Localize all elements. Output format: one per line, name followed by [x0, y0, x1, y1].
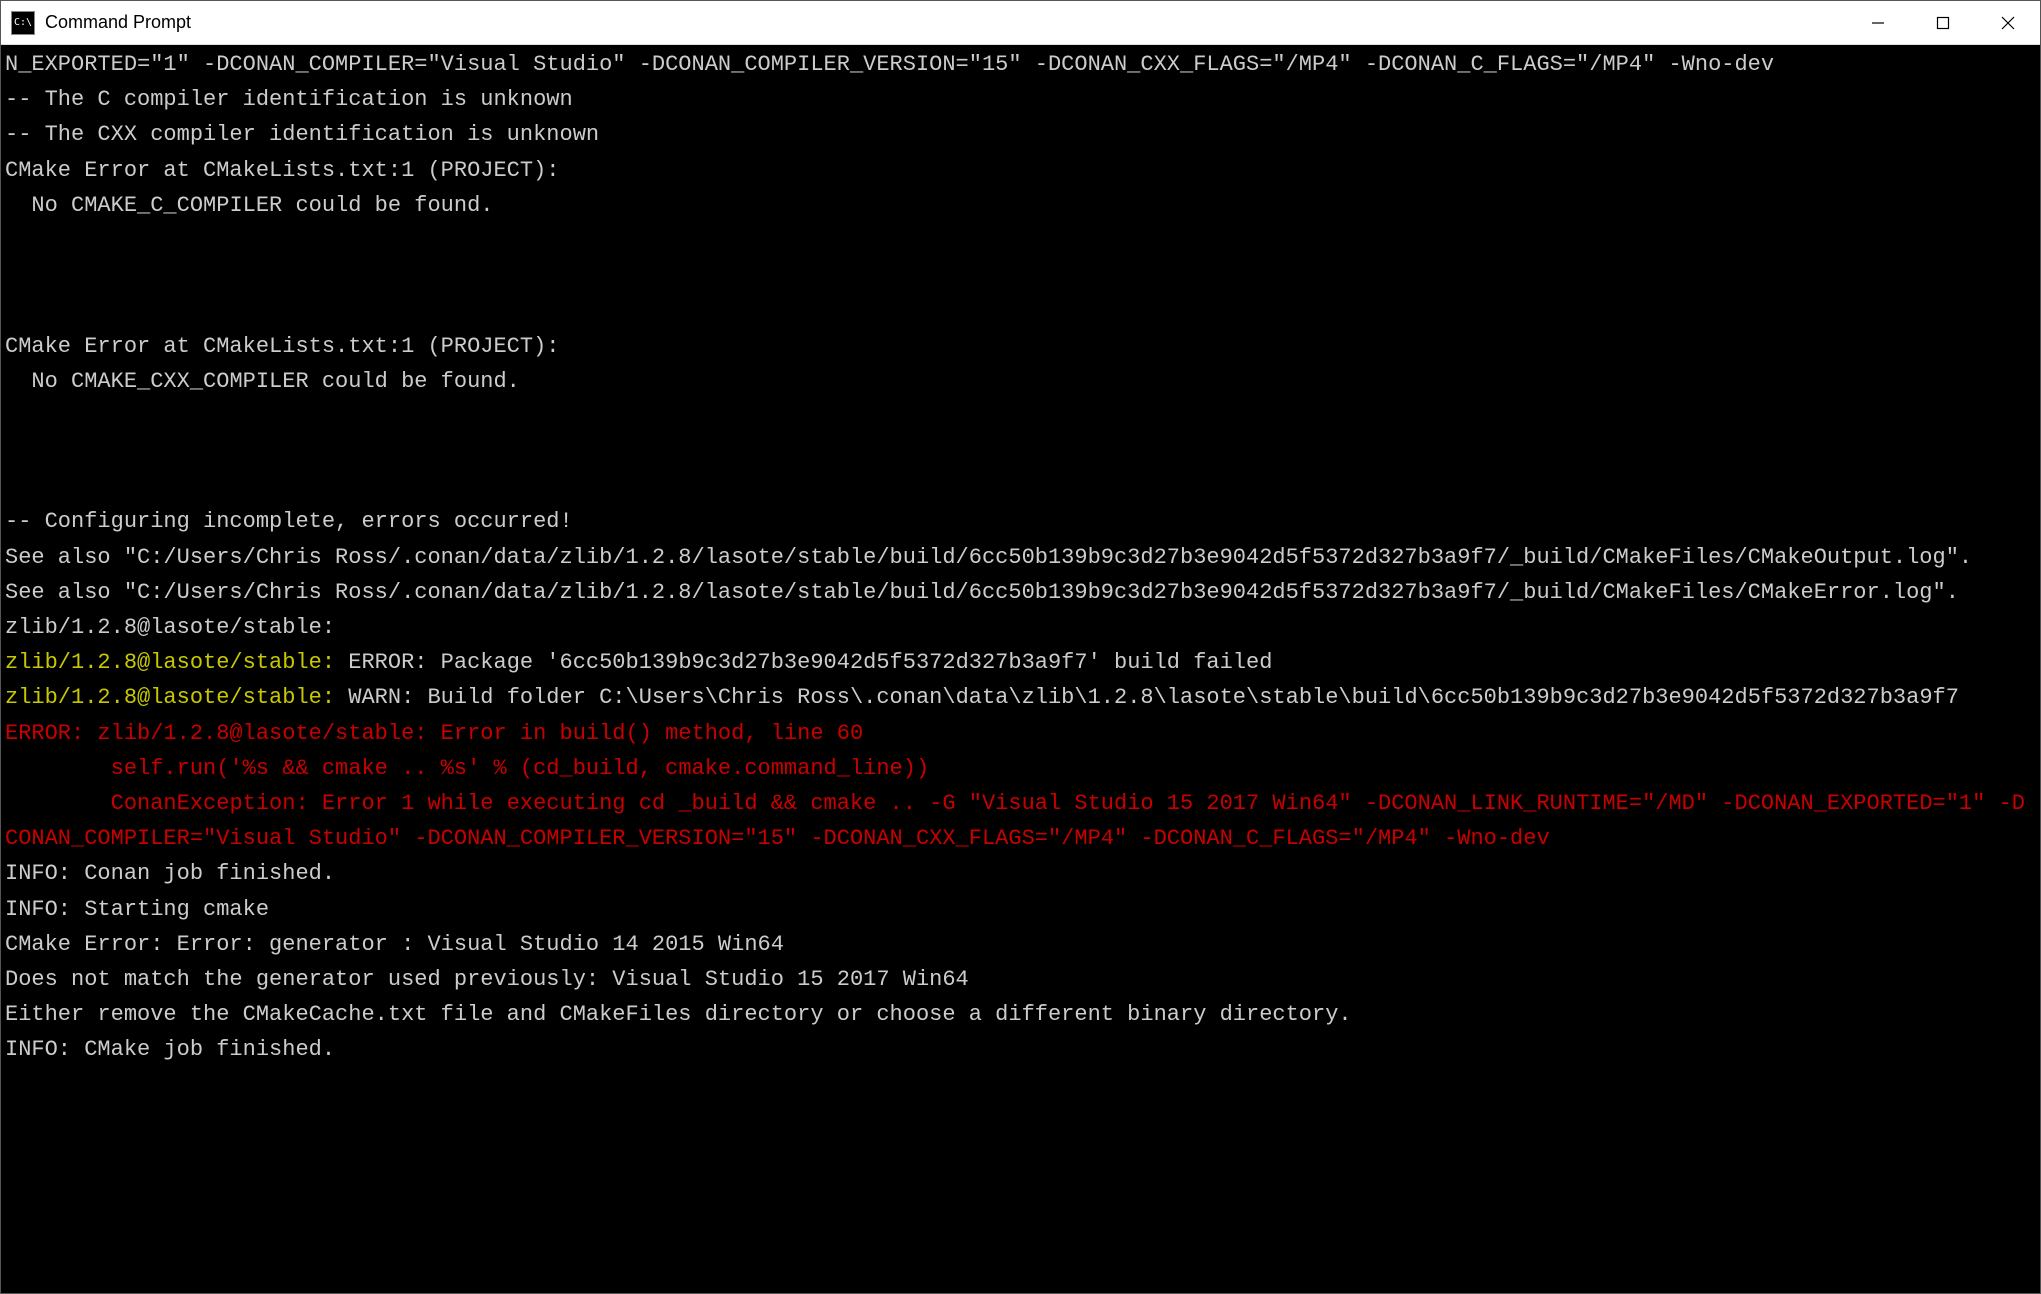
window-title: Command Prompt	[45, 12, 1845, 33]
terminal-output[interactable]: N_EXPORTED="1" -DCONAN_COMPILER="Visual …	[1, 45, 2040, 1293]
terminal-line: CMake Error: Error: generator : Visual S…	[5, 927, 2036, 962]
terminal-text: WARN: Build folder C:\Users\Chris Ross\.…	[348, 685, 1959, 710]
terminal-line	[5, 223, 2036, 258]
terminal-text: N_EXPORTED="1" -DCONAN_COMPILER="Visual …	[5, 52, 1774, 77]
close-button[interactable]	[1975, 1, 2040, 44]
terminal-line: No CMAKE_C_COMPILER could be found.	[5, 188, 2036, 223]
terminal-line: N_EXPORTED="1" -DCONAN_COMPILER="Visual …	[5, 47, 2036, 82]
terminal-text: ERROR: Package '6cc50b139b9c3d27b3e9042d…	[348, 650, 1272, 675]
terminal-line: See also "C:/Users/Chris Ross/.conan/dat…	[5, 540, 2036, 575]
terminal-text: -- Configuring incomplete, errors occurr…	[5, 509, 573, 534]
terminal-text: CMake Error at CMakeLists.txt:1 (PROJECT…	[5, 334, 560, 359]
cmd-icon: C:\	[11, 11, 35, 35]
terminal-text: zlib/1.2.8@lasote/stable:	[5, 685, 348, 710]
terminal-text: zlib/1.2.8@lasote/stable:	[5, 615, 335, 640]
terminal-text: zlib/1.2.8@lasote/stable:	[5, 650, 348, 675]
terminal-text: Either remove the CMakeCache.txt file an…	[5, 1002, 1352, 1027]
terminal-line	[5, 258, 2036, 293]
terminal-text: INFO: CMake job finished.	[5, 1037, 335, 1062]
terminal-line: INFO: CMake job finished.	[5, 1032, 2036, 1067]
terminal-text: -- The CXX compiler identification is un…	[5, 122, 599, 147]
terminal-line: See also "C:/Users/Chris Ross/.conan/dat…	[5, 575, 2036, 610]
terminal-line: zlib/1.2.8@lasote/stable: ERROR: Package…	[5, 645, 2036, 680]
close-icon	[2001, 16, 2015, 30]
terminal-line	[5, 434, 2036, 469]
command-prompt-window: C:\ Command Prompt N_EXPORTED="1" -DCONA…	[0, 0, 2041, 1294]
terminal-line: zlib/1.2.8@lasote/stable: WARN: Build fo…	[5, 680, 2036, 715]
terminal-line: Either remove the CMakeCache.txt file an…	[5, 997, 2036, 1032]
terminal-line: INFO: Starting cmake	[5, 892, 2036, 927]
minimize-button[interactable]	[1845, 1, 1910, 44]
minimize-icon	[1871, 16, 1885, 30]
terminal-line: -- The C compiler identification is unkn…	[5, 82, 2036, 117]
terminal-text: self.run('%s && cmake .. %s' % (cd_build…	[5, 756, 929, 781]
terminal-line: ConanException: Error 1 while executing …	[5, 786, 2036, 856]
terminal-text: No CMAKE_CXX_COMPILER could be found.	[5, 369, 520, 394]
titlebar[interactable]: C:\ Command Prompt	[1, 1, 2040, 45]
terminal-line: -- The CXX compiler identification is un…	[5, 117, 2036, 152]
terminal-text: CMake Error at CMakeLists.txt:1 (PROJECT…	[5, 158, 560, 183]
maximize-button[interactable]	[1910, 1, 1975, 44]
terminal-line: CMake Error at CMakeLists.txt:1 (PROJECT…	[5, 329, 2036, 364]
terminal-text: See also "C:/Users/Chris Ross/.conan/dat…	[5, 580, 1959, 605]
terminal-line: CMake Error at CMakeLists.txt:1 (PROJECT…	[5, 153, 2036, 188]
terminal-text: See also "C:/Users/Chris Ross/.conan/dat…	[5, 545, 1972, 570]
window-controls	[1845, 1, 2040, 44]
terminal-line: zlib/1.2.8@lasote/stable:	[5, 610, 2036, 645]
terminal-text: ERROR: zlib/1.2.8@lasote/stable: Error i…	[5, 721, 863, 746]
terminal-line: INFO: Conan job finished.	[5, 856, 2036, 891]
maximize-icon	[1936, 16, 1950, 30]
terminal-text: Does not match the generator used previo…	[5, 967, 969, 992]
terminal-line: self.run('%s && cmake .. %s' % (cd_build…	[5, 751, 2036, 786]
terminal-line: No CMAKE_CXX_COMPILER could be found.	[5, 364, 2036, 399]
terminal-text: ConanException: Error 1 while executing …	[5, 791, 2025, 851]
terminal-text: INFO: Conan job finished.	[5, 861, 335, 886]
terminal-line	[5, 469, 2036, 504]
terminal-line: Does not match the generator used previo…	[5, 962, 2036, 997]
terminal-line	[5, 293, 2036, 328]
terminal-line: ERROR: zlib/1.2.8@lasote/stable: Error i…	[5, 716, 2036, 751]
terminal-text: No CMAKE_C_COMPILER could be found.	[5, 193, 493, 218]
terminal-text: INFO: Starting cmake	[5, 897, 269, 922]
terminal-line: -- Configuring incomplete, errors occurr…	[5, 504, 2036, 539]
terminal-text: CMake Error: Error: generator : Visual S…	[5, 932, 784, 957]
terminal-text: -- The C compiler identification is unkn…	[5, 87, 573, 112]
terminal-line	[5, 399, 2036, 434]
